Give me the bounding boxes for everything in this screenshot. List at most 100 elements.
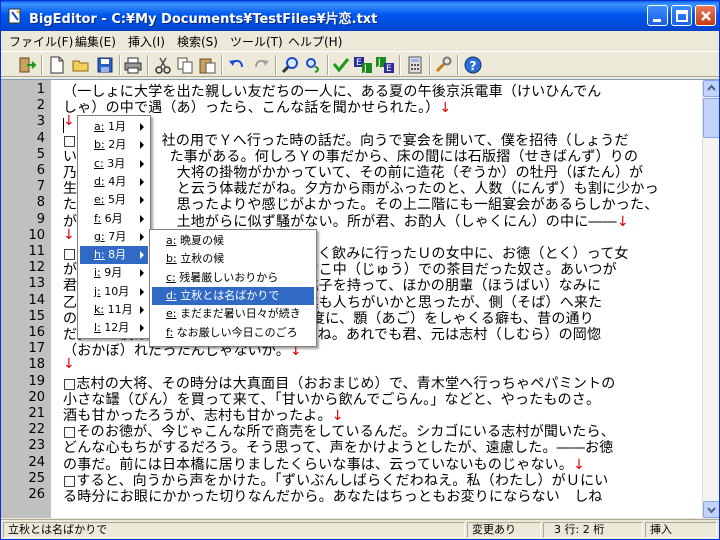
copy-icon[interactable] xyxy=(175,55,195,75)
menu-edit[interactable]: 編集(E) xyxy=(75,33,116,50)
line-number: 7 xyxy=(36,179,45,195)
line-number: 24 xyxy=(28,454,45,470)
submenu-arrow-icon xyxy=(140,214,144,223)
month-menu-item[interactable]: g: 7月 xyxy=(80,228,148,246)
greeting-menu-item-label: 立秋の候 xyxy=(176,252,225,266)
exit-icon[interactable] xyxy=(17,55,37,75)
line-number: 20 xyxy=(28,389,45,405)
title-bar[interactable]: BigEditor - C:¥My Documents¥TestFiles¥片恋… xyxy=(1,1,719,31)
scroll-up-button[interactable] xyxy=(703,80,719,97)
greeting-menu-item-key: a: xyxy=(166,234,177,247)
greeting-menu-item-label: 残暑厳しいおりから xyxy=(175,270,279,284)
greeting-menu-item[interactable]: f: なお厳しい今日このごろ xyxy=(152,324,314,342)
return-mark-icon: ↓ xyxy=(63,356,75,373)
convert-je-icon[interactable]: JE xyxy=(375,55,395,75)
month-menu-item-label: 6月 xyxy=(101,211,123,225)
line-number: 9 xyxy=(36,211,45,227)
month-menu-item-label: 11月 xyxy=(104,303,133,316)
minimize-button[interactable] xyxy=(647,5,668,26)
close-button[interactable] xyxy=(695,5,716,26)
find-icon[interactable] xyxy=(281,55,301,75)
month-menu-item-key: g: xyxy=(94,229,105,243)
greeting-menu-item[interactable]: e: まだまだ暑い日々が続き xyxy=(152,305,314,323)
month-menu-item[interactable]: e: 5月 xyxy=(80,191,148,209)
toolbar-separator xyxy=(275,55,277,75)
text-line[interactable]: ↓ xyxy=(63,356,75,372)
line-number: 15 xyxy=(28,308,45,324)
greeting-menu-item[interactable]: c: 残暑厳しいおりから xyxy=(152,269,314,287)
menu-help[interactable]: ヘルプ(H) xyxy=(288,33,342,50)
svg-text:J: J xyxy=(363,64,367,74)
month-menu-item[interactable]: f: 6月 xyxy=(80,210,148,228)
toolbar-separator xyxy=(429,55,431,75)
open-folder-icon[interactable] xyxy=(71,55,91,75)
month-menu-item-label: 2月 xyxy=(104,138,127,152)
scroll-down-icon xyxy=(707,507,716,514)
replace-icon[interactable] xyxy=(303,55,323,75)
paste-icon[interactable] xyxy=(197,55,217,75)
submenu-arrow-icon xyxy=(140,287,144,296)
text-line[interactable]: る時分にお眼にかかった切りなんだから。あなたはちっともお変りにならない しね xyxy=(63,486,603,506)
print-icon[interactable] xyxy=(123,55,143,75)
month-menu-item-key: e: xyxy=(94,193,105,207)
help-icon[interactable]: ? xyxy=(463,55,483,75)
line-number: 13 xyxy=(28,276,45,292)
window-title: BigEditor - C:¥My Documents¥TestFiles¥片恋… xyxy=(29,12,378,27)
greeting-menu-item[interactable]: a: 晩夏の候 xyxy=(152,232,314,250)
toolbar-separator xyxy=(457,55,459,75)
text-line[interactable]: ↓ xyxy=(63,113,75,129)
month-menu-item[interactable]: l: 12月 xyxy=(80,319,148,337)
scroll-thumb[interactable] xyxy=(703,98,719,138)
status-bar: 立秋とは名ばかりで 変更あり 3 行: 2 桁 挿入 xyxy=(1,519,719,539)
toolbar-separator xyxy=(41,55,43,75)
greeting-menu-item[interactable]: d: 立秋とは名ばかりで xyxy=(152,286,314,305)
close-icon xyxy=(701,11,711,21)
status-position: 3 行: 2 桁 xyxy=(543,522,643,538)
return-mark-icon: ↓ xyxy=(439,100,452,117)
month-menu-item[interactable]: k: 11月 xyxy=(80,301,148,319)
line-number: 16 xyxy=(28,325,45,340)
month-menu-item[interactable]: i: 9月 xyxy=(80,264,148,282)
submenu-arrow-icon xyxy=(140,159,144,168)
scroll-up-icon xyxy=(707,84,716,91)
scroll-down-button[interactable] xyxy=(703,501,719,518)
month-menu-item-key: d: xyxy=(94,174,105,188)
month-menu-item-key: h: xyxy=(94,248,105,262)
month-menu-item[interactable]: h: 8月 xyxy=(80,246,148,265)
menu-file[interactable]: ファイル(F) xyxy=(9,33,73,50)
toolbar-separator xyxy=(399,55,401,75)
month-menu-item[interactable]: c: 3月 xyxy=(80,155,148,173)
save-icon[interactable] xyxy=(95,55,115,75)
month-menu-item-label: 10月 xyxy=(100,284,130,298)
greeting-menu-item[interactable]: b: 立秋の候 xyxy=(152,250,314,268)
line-number: 11 xyxy=(28,244,45,259)
cut-icon[interactable] xyxy=(153,55,173,75)
text-cursor xyxy=(63,118,64,133)
month-menu-item-key: j: xyxy=(94,284,101,298)
month-menu-item[interactable]: d: 4月 xyxy=(80,173,148,191)
line-number: 8 xyxy=(36,195,45,211)
menu-search[interactable]: 検索(S) xyxy=(177,33,218,50)
greeting-submenu: a: 晩夏の候 b: 立秋の候 c: 残暑厳しいおりから d: 立秋とは名ばかりで e:… xyxy=(149,229,317,347)
vertical-scrollbar[interactable] xyxy=(702,80,719,518)
redo-icon[interactable] xyxy=(251,55,271,75)
menu-insert[interactable]: 挿入(I) xyxy=(128,33,165,50)
line-number: 5 xyxy=(36,146,45,162)
maximize-icon xyxy=(676,10,688,22)
undo-icon[interactable] xyxy=(227,55,247,75)
month-menu-item[interactable]: j: 10月 xyxy=(80,283,148,301)
calculator-icon[interactable] xyxy=(405,55,425,75)
convert-ej-icon[interactable]: EJ xyxy=(353,55,373,75)
month-menu-item[interactable]: a: 1月 xyxy=(80,118,148,136)
new-file-icon[interactable] xyxy=(47,55,67,75)
return-mark-icon: ↓ xyxy=(616,213,629,230)
submenu-arrow-icon xyxy=(140,232,144,241)
maximize-button[interactable] xyxy=(671,5,692,26)
month-menu-item[interactable]: b: 2月 xyxy=(80,136,148,154)
svg-text:?: ? xyxy=(470,59,477,73)
text-line[interactable]: ↓ xyxy=(63,227,75,243)
menu-tools[interactable]: ツール(T) xyxy=(230,33,283,50)
greeting-menu-item-key: c: xyxy=(166,270,176,284)
tools-icon[interactable] xyxy=(433,55,453,75)
check-icon[interactable] xyxy=(331,55,351,75)
